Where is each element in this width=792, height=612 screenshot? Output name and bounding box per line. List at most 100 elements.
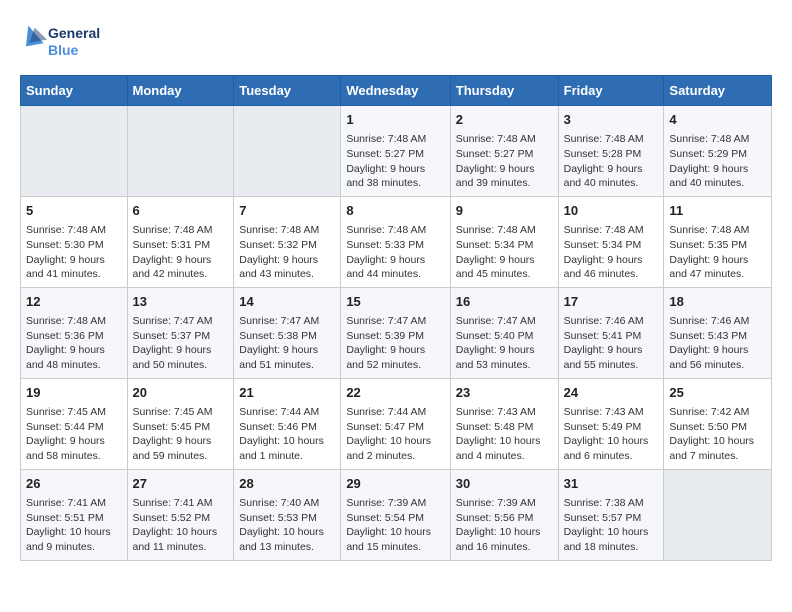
logo: General Blue — [20, 20, 110, 65]
day-cell: 16 Sunrise: 7:47 AM Sunset: 5:40 PM Dayli… — [450, 287, 558, 378]
day-info: Sunrise: 7:47 AM Sunset: 5:40 PM Dayligh… — [456, 314, 553, 373]
day-info: Sunrise: 7:48 AM Sunset: 5:35 PM Dayligh… — [669, 223, 766, 282]
day-cell: 14Sunrise: 7:47 AM Sunset: 5:38 PM Dayli… — [234, 287, 341, 378]
day-number: 29 — [346, 475, 444, 493]
day-number: 22 — [346, 384, 444, 402]
day-info: Sunrise: 7:48 AM Sunset: 5:30 PM Dayligh… — [26, 223, 122, 282]
day-number: 2 — [456, 111, 553, 129]
day-info: Sunrise: 7:48 AM Sunset: 5:36 PM Dayligh… — [26, 314, 122, 373]
day-number: 18 — [669, 293, 766, 311]
day-cell: 1Sunrise: 7:48 AM Sunset: 5:27 PM Daylig… — [341, 106, 450, 197]
header-thursday: Thursday — [450, 76, 558, 106]
day-number: 13 — [133, 293, 229, 311]
day-info: Sunrise: 7:48 AM Sunset: 5:27 PM Dayligh… — [456, 132, 553, 191]
day-cell: 22 Sunrise: 7:44 AM Sunset: 5:47 PM Dayli… — [341, 378, 450, 469]
header-tuesday: Tuesday — [234, 76, 341, 106]
day-number: 31 — [564, 475, 659, 493]
day-cell: 8Sunrise: 7:48 AM Sunset: 5:33 PM Daylig… — [341, 196, 450, 287]
day-cell: 3 Sunrise: 7:48 AM Sunset: 5:28 PM Daylig… — [558, 106, 664, 197]
day-number: 24 — [564, 384, 659, 402]
day-info: Sunrise: 7:40 AM Sunset: 5:53 PM Dayligh… — [239, 496, 335, 555]
day-cell: 25 Sunrise: 7:42 AM Sunset: 5:50 PM Dayli… — [664, 378, 772, 469]
day-info: Sunrise: 7:44 AM Sunset: 5:47 PM Dayligh… — [346, 405, 444, 464]
day-info: Sunrise: 7:48 AM Sunset: 5:31 PM Dayligh… — [133, 223, 229, 282]
day-info: Sunrise: 7:45 AM Sunset: 5:44 PM Dayligh… — [26, 405, 122, 464]
logo-svg: General Blue — [20, 20, 110, 65]
day-cell — [664, 469, 772, 560]
day-info: Sunrise: 7:43 AM Sunset: 5:48 PM Dayligh… — [456, 405, 553, 464]
day-cell: 29 Sunrise: 7:39 AM Sunset: 5:54 PM Dayli… — [341, 469, 450, 560]
day-cell: 18Sunrise: 7:46 AM Sunset: 5:43 PM Dayli… — [664, 287, 772, 378]
day-info: Sunrise: 7:44 AM Sunset: 5:46 PM Dayligh… — [239, 405, 335, 464]
day-number: 19 — [26, 384, 122, 402]
day-info: Sunrise: 7:47 AM Sunset: 5:39 PM Dayligh… — [346, 314, 444, 373]
day-info: Sunrise: 7:48 AM Sunset: 5:29 PM Dayligh… — [669, 132, 766, 191]
day-cell: 21 Sunrise: 7:44 AM Sunset: 5:46 PM Dayli… — [234, 378, 341, 469]
day-cell: 26 Sunrise: 7:41 AM Sunset: 5:51 PM Dayli… — [21, 469, 128, 560]
day-cell: 24 Sunrise: 7:43 AM Sunset: 5:49 PM Dayli… — [558, 378, 664, 469]
day-info: Sunrise: 7:48 AM Sunset: 5:28 PM Dayligh… — [564, 132, 659, 191]
day-number: 15 — [346, 293, 444, 311]
day-info: Sunrise: 7:41 AM Sunset: 5:51 PM Dayligh… — [26, 496, 122, 555]
day-cell: 2 Sunrise: 7:48 AM Sunset: 5:27 PM Daylig… — [450, 106, 558, 197]
header-friday: Friday — [558, 76, 664, 106]
day-cell: 11 Sunrise: 7:48 AM Sunset: 5:35 PM Dayli… — [664, 196, 772, 287]
day-info: Sunrise: 7:47 AM Sunset: 5:38 PM Dayligh… — [239, 314, 335, 373]
day-info: Sunrise: 7:45 AM Sunset: 5:45 PM Dayligh… — [133, 405, 229, 464]
week-row-5: 26 Sunrise: 7:41 AM Sunset: 5:51 PM Dayli… — [21, 469, 772, 560]
day-number: 6 — [133, 202, 229, 220]
day-cell: 5 Sunrise: 7:48 AM Sunset: 5:30 PM Daylig… — [21, 196, 128, 287]
day-cell: 27 Sunrise: 7:41 AM Sunset: 5:52 PM Dayli… — [127, 469, 234, 560]
day-info: Sunrise: 7:39 AM Sunset: 5:54 PM Dayligh… — [346, 496, 444, 555]
day-info: Sunrise: 7:47 AM Sunset: 5:37 PM Dayligh… — [133, 314, 229, 373]
week-row-1: 1 Sunrise: 7:48 AM Sunset: 5:27 PM Daylig… — [21, 106, 772, 197]
day-number: 12 — [26, 293, 122, 311]
header-wednesday: Wednesday — [341, 76, 450, 106]
day-cell: 12 Sunrise: 7:48 AM Sunset: 5:36 PM Dayli… — [21, 287, 128, 378]
day-number: 7 — [239, 202, 335, 220]
day-cell — [21, 106, 128, 197]
week-row-3: 12 Sunrise: 7:48 AM Sunset: 5:36 PM Dayli… — [21, 287, 772, 378]
page-header: General Blue — [20, 20, 772, 65]
svg-text:General: General — [48, 25, 100, 41]
day-info: Sunrise: 7:39 AM Sunset: 5:56 PM Dayligh… — [456, 496, 553, 555]
day-number: 8 — [346, 202, 444, 220]
day-number: 4 — [669, 111, 766, 129]
day-number: 20 — [133, 384, 229, 402]
header-monday: Monday — [127, 76, 234, 106]
day-cell: 15 Sunrise: 7:47 AM Sunset: 5:39 PM Dayli… — [341, 287, 450, 378]
day-info: Sunrise: 7:48 AM Sunset: 5:34 PM Dayligh… — [564, 223, 659, 282]
day-number: 5 — [26, 202, 122, 220]
day-cell: 13 Sunrise: 7:47 AM Sunset: 5:37 PM Dayli… — [127, 287, 234, 378]
day-number: 25 — [669, 384, 766, 402]
day-number: 10 — [564, 202, 659, 220]
header-row: SundayMondayTuesdayWednesdayThursdayFrid… — [21, 76, 772, 106]
header-saturday: Saturday — [664, 76, 772, 106]
day-cell: 23 Sunrise: 7:43 AM Sunset: 5:48 PM Dayli… — [450, 378, 558, 469]
week-row-4: 19 Sunrise: 7:45 AM Sunset: 5:44 PM Dayli… — [21, 378, 772, 469]
day-number: 1 — [346, 111, 444, 129]
header-sunday: Sunday — [21, 76, 128, 106]
day-number: 26 — [26, 475, 122, 493]
day-cell: 10 Sunrise: 7:48 AM Sunset: 5:34 PM Dayli… — [558, 196, 664, 287]
day-number: 21 — [239, 384, 335, 402]
day-number: 27 — [133, 475, 229, 493]
day-cell: 31Sunrise: 7:38 AM Sunset: 5:57 PM Dayli… — [558, 469, 664, 560]
day-number: 16 — [456, 293, 553, 311]
day-cell: 19 Sunrise: 7:45 AM Sunset: 5:44 PM Dayli… — [21, 378, 128, 469]
day-cell: 28Sunrise: 7:40 AM Sunset: 5:53 PM Dayli… — [234, 469, 341, 560]
calendar-table: SundayMondayTuesdayWednesdayThursdayFrid… — [20, 75, 772, 561]
day-number: 17 — [564, 293, 659, 311]
day-info: Sunrise: 7:41 AM Sunset: 5:52 PM Dayligh… — [133, 496, 229, 555]
day-number: 23 — [456, 384, 553, 402]
day-info: Sunrise: 7:48 AM Sunset: 5:34 PM Dayligh… — [456, 223, 553, 282]
day-number: 11 — [669, 202, 766, 220]
day-number: 3 — [564, 111, 659, 129]
day-info: Sunrise: 7:43 AM Sunset: 5:49 PM Dayligh… — [564, 405, 659, 464]
day-info: Sunrise: 7:42 AM Sunset: 5:50 PM Dayligh… — [669, 405, 766, 464]
day-cell: 30Sunrise: 7:39 AM Sunset: 5:56 PM Dayli… — [450, 469, 558, 560]
svg-text:Blue: Blue — [48, 42, 79, 58]
day-cell: 4 Sunrise: 7:48 AM Sunset: 5:29 PM Daylig… — [664, 106, 772, 197]
day-cell: 17Sunrise: 7:46 AM Sunset: 5:41 PM Dayli… — [558, 287, 664, 378]
week-row-2: 5 Sunrise: 7:48 AM Sunset: 5:30 PM Daylig… — [21, 196, 772, 287]
